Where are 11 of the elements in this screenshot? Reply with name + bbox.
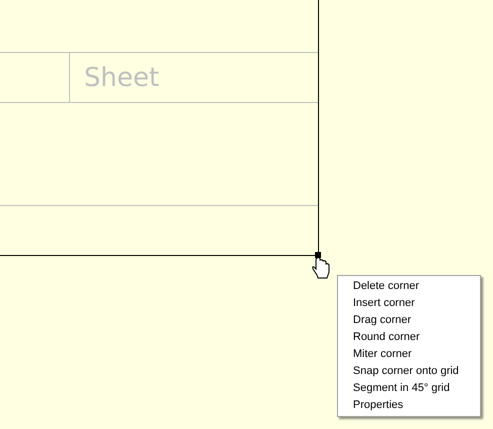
menu-item[interactable]: Round corner bbox=[338, 329, 480, 346]
menu-item[interactable]: Snap corner onto grid bbox=[338, 363, 480, 380]
title-block-label: Sheet bbox=[84, 62, 160, 94]
menu-item[interactable]: Delete corner bbox=[338, 278, 480, 295]
menu-item[interactable]: Miter corner bbox=[338, 346, 480, 363]
hand-cursor-icon bbox=[312, 257, 330, 278]
menu-item[interactable]: Properties bbox=[338, 397, 480, 414]
menu-item[interactable]: Insert corner bbox=[338, 295, 480, 312]
corner-handle[interactable] bbox=[315, 252, 321, 258]
menu-item[interactable]: Segment in 45° grid bbox=[338, 380, 480, 397]
menu-item[interactable]: Drag corner bbox=[338, 312, 480, 329]
